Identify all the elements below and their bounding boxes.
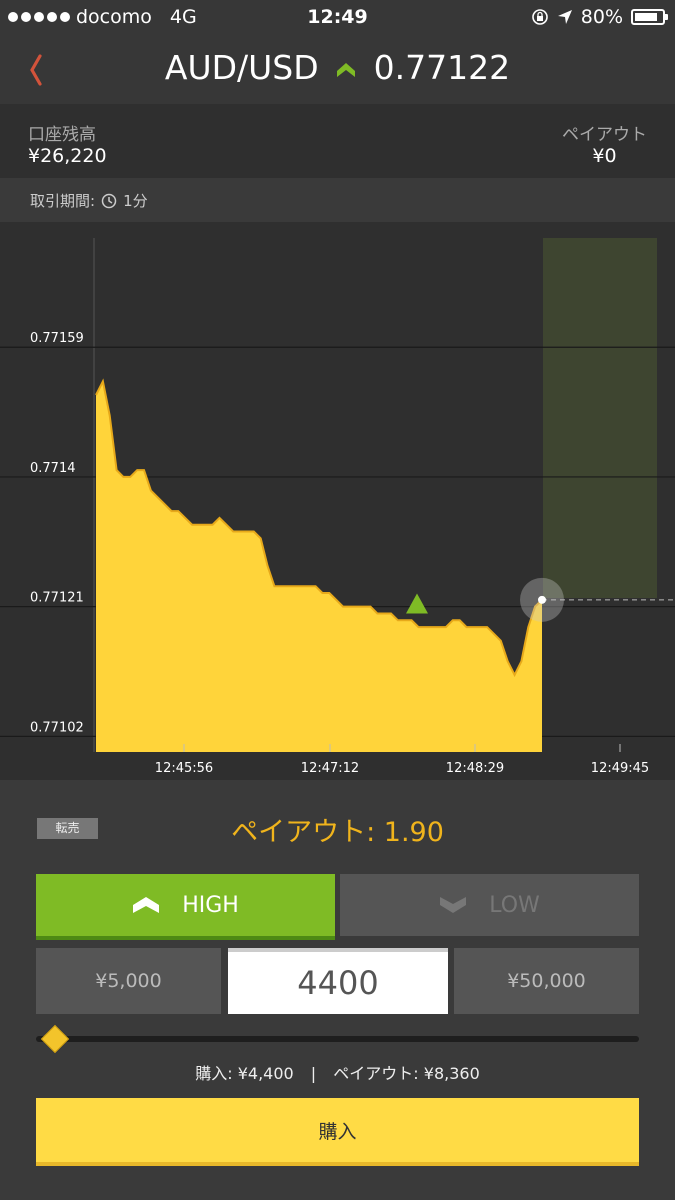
- amount-slider-handle[interactable]: [40, 1024, 70, 1054]
- currency-pair: AUD/USD: [164, 48, 319, 87]
- trade-panel: 転売 ペイアウト: 1.90 HIGH LOW ¥5,000 4400 ¥50,…: [0, 780, 675, 1200]
- current-point: [538, 595, 546, 604]
- battery-percent: 80%: [580, 6, 623, 28]
- clock-icon: [101, 193, 117, 208]
- price-chart-svg: 12:45:56 12:47:12 12:48:29 12:49:45 0.77159…: [0, 238, 675, 776]
- high-label: HIGH: [182, 892, 239, 918]
- balance-block: 口座残高 ¥26,220: [28, 120, 107, 167]
- x-tick-label: 12:47:12: [301, 761, 359, 776]
- period-label: 取引期間:: [30, 192, 96, 210]
- high-arrow-icon: [133, 897, 160, 913]
- account-summary: 口座残高 ¥26,220 ペイアウト ¥0: [0, 104, 675, 178]
- low-arrow-icon: [440, 897, 467, 913]
- x-tick-label: 12:45:56: [155, 761, 213, 776]
- price-chart[interactable]: 12:45:56 12:47:12 12:48:29 12:49:45 0.77159…: [0, 222, 675, 780]
- summary-separator: |: [310, 1064, 317, 1083]
- amount-slider-track[interactable]: [36, 1036, 639, 1042]
- period-value: 1分: [123, 192, 148, 210]
- balance-value: ¥26,220: [28, 145, 107, 167]
- balance-label: 口座残高: [28, 125, 96, 145]
- y-tick-label: 0.77121: [30, 591, 84, 606]
- trade-period-bar: 取引期間: 1分: [0, 178, 675, 223]
- entry-marker-icon: [406, 593, 428, 614]
- asset-header: AUD/USD 0.77122: [0, 36, 675, 104]
- y-tick-label: 0.77102: [30, 720, 84, 735]
- payout-rate: ペイアウト: 1.90: [231, 817, 444, 848]
- order-summary: 購入: ¥4,400 | ペイアウト: ¥8,360: [0, 1060, 675, 1084]
- expiry-zone: [543, 238, 657, 598]
- low-label: LOW: [489, 892, 540, 918]
- current-rate: 0.77122: [373, 48, 511, 87]
- battery-icon: [631, 9, 668, 25]
- summary-payout: ペイアウト: ¥8,360: [333, 1064, 480, 1083]
- x-tick-label: 12:49:45: [591, 761, 649, 776]
- rotation-lock-icon: [531, 9, 548, 25]
- low-button[interactable]: LOW: [340, 874, 639, 936]
- y-tick-label: 0.7714: [30, 461, 76, 476]
- summary-buy: 購入: ¥4,400: [195, 1064, 294, 1083]
- amount-max-button[interactable]: ¥50,000: [454, 948, 639, 1014]
- payout-label: ペイアウト: [562, 125, 647, 145]
- status-right: 80%: [531, 6, 668, 28]
- x-tick-label: 12:48:29: [446, 761, 504, 776]
- price-area: [96, 381, 542, 752]
- amount-min-button[interactable]: ¥5,000: [36, 948, 221, 1014]
- payout-block: ペイアウト ¥0: [562, 120, 647, 167]
- page-title: AUD/USD 0.77122: [0, 48, 675, 87]
- high-button[interactable]: HIGH: [36, 874, 335, 940]
- status-bar: docomo 4G 12:49 80%: [0, 0, 675, 36]
- up-chevron-icon: [337, 62, 356, 77]
- location-arrow-icon: [557, 10, 572, 24]
- y-tick-label: 0.77159: [30, 331, 84, 346]
- amount-input[interactable]: 4400: [228, 948, 448, 1014]
- payout-value: ¥0: [592, 145, 617, 167]
- buy-button[interactable]: 購入: [36, 1098, 639, 1166]
